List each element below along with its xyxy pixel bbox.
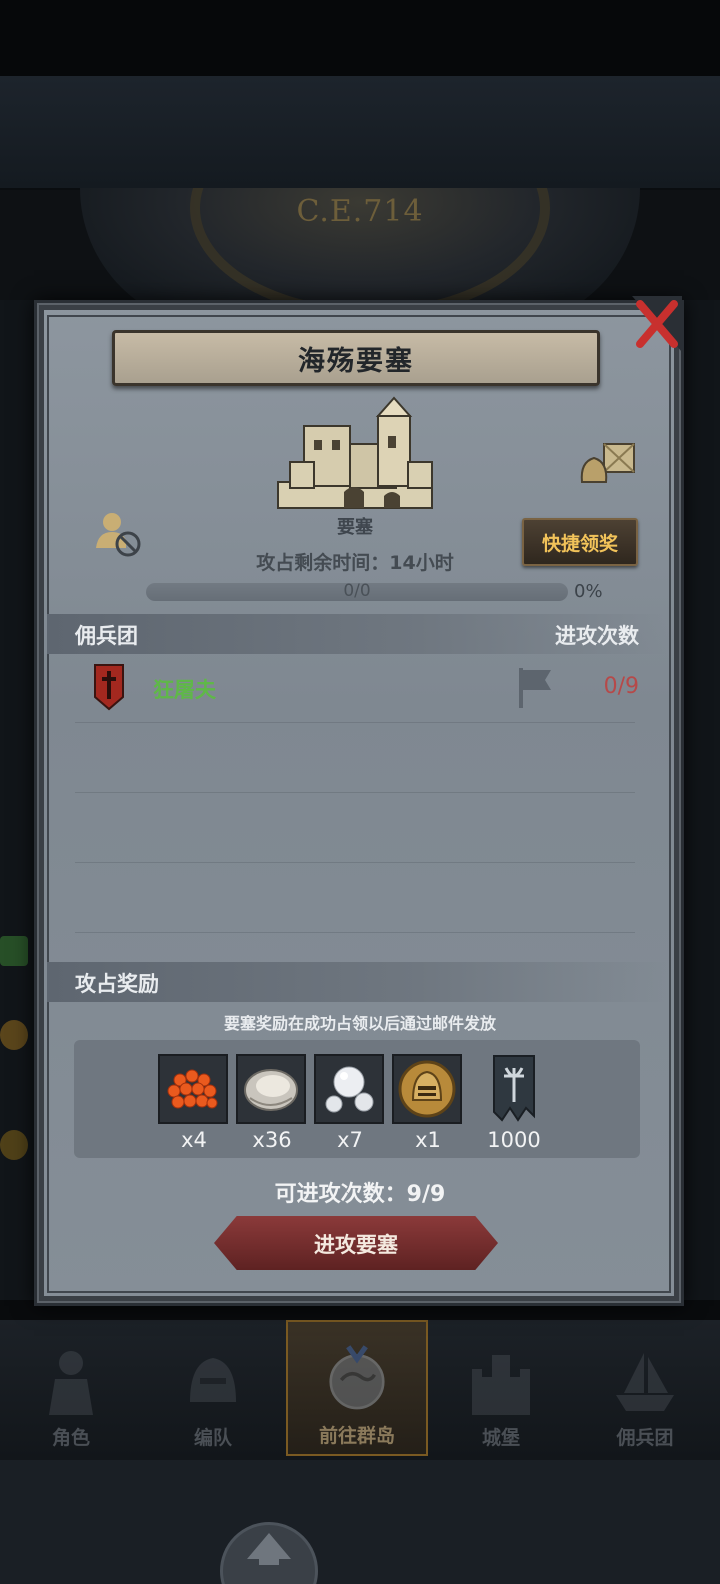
mercenary-name: 狂屠夫 xyxy=(153,678,216,702)
year-label: C.E.714 xyxy=(296,194,424,229)
progress-text: 0/0 xyxy=(343,581,371,601)
nav-item-mercenary[interactable]: 佣兵团 xyxy=(574,1320,716,1456)
reward-item-helmet-coin[interactable] xyxy=(392,1054,462,1126)
nav-label: 前往群岛 xyxy=(318,1425,395,1447)
attack-times-header: 进攻次数 xyxy=(555,624,639,648)
helmet-icon xyxy=(178,1347,248,1417)
mercenary-row[interactable]: 狂屠夫 0/9 xyxy=(47,660,647,722)
banner-icon xyxy=(493,1055,535,1122)
nav-label: 角色 xyxy=(51,1427,90,1449)
quick-claim-button[interactable]: 快捷领奖 xyxy=(522,518,638,566)
supply-crate-icon[interactable] xyxy=(578,436,638,486)
section-title: 佣兵团 xyxy=(75,624,138,648)
row-divider xyxy=(75,862,635,863)
row-divider xyxy=(75,792,635,793)
nav-item-castle[interactable]: 城堡 xyxy=(430,1320,572,1456)
close-icon xyxy=(632,296,682,352)
oyster-icon xyxy=(244,1069,298,1111)
progress-percent: 0% xyxy=(574,581,603,602)
capture-progress-bar: 0/0 xyxy=(146,581,568,601)
pearl-icon xyxy=(325,1066,374,1113)
reward-item-oyster[interactable] xyxy=(236,1054,306,1126)
nav-item-formation[interactable]: 编队 xyxy=(142,1320,284,1456)
attack-fortress-button[interactable]: 进攻要塞 xyxy=(211,1215,501,1271)
top-header-band xyxy=(0,76,720,190)
nav-item-character[interactable]: 角色 xyxy=(0,1320,142,1456)
ship-icon xyxy=(610,1347,680,1417)
nav-label: 编队 xyxy=(193,1427,232,1449)
mercenary-attack-count: 0/9 xyxy=(603,674,639,699)
status-bar xyxy=(0,0,720,76)
title-plate: 海殇要塞 xyxy=(112,330,600,386)
reward-count: x1 xyxy=(415,1128,441,1152)
reward-item-pearl[interactable] xyxy=(314,1054,384,1126)
game-screen: C.E.714 角色 编队 前往群岛 城堡 佣兵团 海殇要塞 要塞 快捷领奖 攻… xyxy=(0,0,720,1584)
castle-icon xyxy=(466,1347,536,1417)
capture-time-remaining: 攻占剩余时间：14小时 xyxy=(256,552,454,574)
compass-globe-icon xyxy=(322,1345,392,1415)
nav-item-islands[interactable]: 前往群岛 xyxy=(286,1320,428,1456)
flag-icon xyxy=(519,668,551,708)
up-arrow-icon xyxy=(247,1533,291,1565)
shield-icon xyxy=(94,664,124,711)
row-divider xyxy=(75,932,635,933)
character-icon xyxy=(36,1347,106,1417)
reward-item-banner[interactable] xyxy=(484,1054,554,1126)
reward-count: x4 xyxy=(181,1128,207,1152)
bottom-area xyxy=(0,1460,720,1584)
fortress-icon xyxy=(277,396,433,509)
section-title: 攻占奖励 xyxy=(75,972,159,996)
reward-note: 要塞奖励在成功占领以后通过邮件发放 xyxy=(223,1014,496,1033)
mercenary-section-header: 佣兵团 进攻次数 xyxy=(47,614,667,654)
nav-label: 城堡 xyxy=(481,1427,520,1449)
reward-section-header: 攻占奖励 xyxy=(47,962,667,1002)
bottom-navigation: 角色 编队 前往群岛 城堡 佣兵团 xyxy=(0,1320,720,1460)
knight-helmet-coin-icon xyxy=(398,1060,456,1118)
reward-count: x7 xyxy=(337,1128,363,1152)
attack-button-label: 进攻要塞 xyxy=(314,1233,398,1257)
fortress-type-label: 要塞 xyxy=(337,517,373,538)
nav-label: 佣兵团 xyxy=(616,1427,674,1449)
reward-item-fish-roe[interactable] xyxy=(158,1054,228,1126)
reward-count: x36 xyxy=(252,1128,292,1152)
dialog-title: 海殇要塞 xyxy=(298,345,414,377)
available-attacks: 可进攻次数：9/9 xyxy=(274,1182,446,1207)
close-button[interactable] xyxy=(632,296,682,352)
row-divider xyxy=(75,722,635,723)
no-owner-icon[interactable] xyxy=(94,510,142,558)
fish-roe-icon xyxy=(167,1069,218,1109)
reward-count: 1000 xyxy=(487,1128,541,1152)
